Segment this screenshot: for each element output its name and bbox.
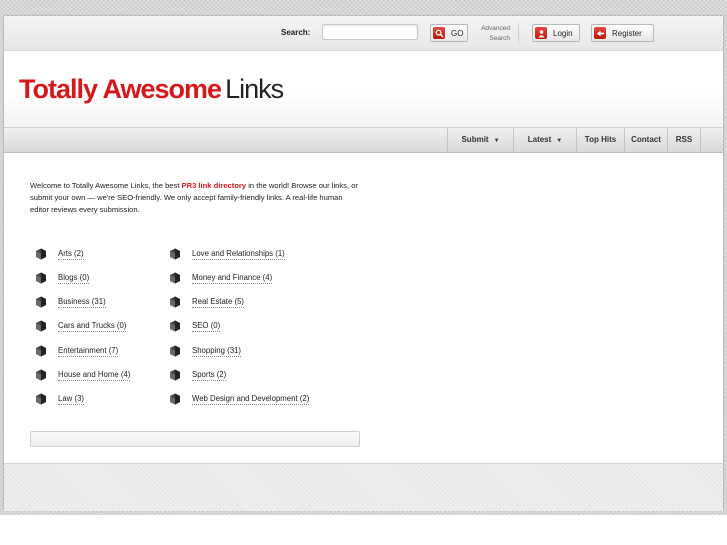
intro-before: Welcome to Totally Awesome Links, the be… <box>30 181 182 190</box>
bottom-bar <box>30 431 360 447</box>
folder-icon <box>168 247 182 261</box>
category-link[interactable]: Arts (2) <box>34 246 84 262</box>
folder-icon <box>168 392 182 406</box>
register-button[interactable]: Register <box>591 24 654 42</box>
category-label: Arts (2) <box>58 248 84 260</box>
category-link[interactable]: Cars and Trucks (0) <box>34 318 127 334</box>
page-background: Search: GO Advanced Search Login Registe… <box>0 0 727 515</box>
folder-icon <box>34 392 48 406</box>
folder-icon <box>168 368 182 382</box>
nav-submit[interactable]: Submit ▼ <box>447 128 513 152</box>
folder-icon <box>34 319 48 333</box>
go-label: GO <box>451 28 464 38</box>
folder-icon <box>34 344 48 358</box>
category-link[interactable]: Money and Finance (4) <box>168 270 273 286</box>
advanced-search-line1: Advanced <box>481 25 510 32</box>
category-label: Blogs (0) <box>58 272 90 284</box>
category-label: Money and Finance (4) <box>192 272 273 284</box>
folder-icon <box>34 368 48 382</box>
logo-text-primary: Totally Awesome <box>19 74 222 104</box>
category-link[interactable]: Love and Relationships (1) <box>168 246 285 262</box>
login-button[interactable]: Login <box>532 24 580 42</box>
category-link[interactable]: Blogs (0) <box>34 270 90 286</box>
category-link[interactable]: Sports (2) <box>168 367 227 383</box>
nav-rss[interactable]: RSS <box>667 128 700 152</box>
register-label: Register <box>612 28 642 38</box>
category-label: SEO (0) <box>192 320 221 332</box>
nav-contact-label: Contact <box>631 135 661 144</box>
go-button[interactable]: GO <box>430 24 468 42</box>
site-footer <box>4 463 723 511</box>
category-link[interactable]: SEO (0) <box>168 318 221 334</box>
category-label: Entertainment (7) <box>58 345 119 357</box>
nav-rss-label: RSS <box>675 135 693 144</box>
intro-text: Welcome to Totally Awesome Links, the be… <box>30 180 360 216</box>
category-link[interactable]: House and Home (4) <box>34 367 131 383</box>
category-label: Business (31) <box>58 296 106 308</box>
nav-top-hits[interactable]: Top Hits <box>576 128 624 152</box>
chevron-down-icon: ▼ <box>556 138 563 144</box>
folder-icon <box>168 271 182 285</box>
advanced-search-link[interactable]: Advanced Search <box>469 24 510 44</box>
category-link[interactable]: Shopping (31) <box>168 343 241 359</box>
logo-text-secondary: Links <box>225 74 284 104</box>
site-logo[interactable]: Totally Awesome Links <box>19 73 284 105</box>
category-link[interactable]: Entertainment (7) <box>34 343 119 359</box>
category-label: Love and Relationships (1) <box>192 248 285 260</box>
search-label: Search: <box>281 28 311 37</box>
category-label: Real Estate (5) <box>192 296 245 308</box>
folder-icon <box>34 295 48 309</box>
category-label: Web Design and Development (2) <box>192 393 310 405</box>
folder-icon <box>34 271 48 285</box>
folder-icon <box>168 344 182 358</box>
category-link[interactable]: Real Estate (5) <box>168 294 245 310</box>
pr3-link[interactable]: PR3 link directory <box>182 181 247 190</box>
nav-top-hits-label: Top Hits <box>584 135 617 144</box>
category-label: Sports (2) <box>192 369 227 381</box>
advanced-search-line2: Search <box>489 35 510 42</box>
folder-icon <box>168 295 182 309</box>
category-link[interactable]: Law (3) <box>34 391 84 407</box>
category-link[interactable]: Web Design and Development (2) <box>168 391 310 407</box>
top-bar: Search: GO Advanced Search Login Registe… <box>4 16 723 51</box>
divider <box>518 23 519 43</box>
category-link[interactable]: Business (31) <box>34 294 106 310</box>
category-label: Shopping (31) <box>192 345 241 357</box>
category-label: House and Home (4) <box>58 369 131 381</box>
nav-latest-label: Latest <box>527 135 552 144</box>
chevron-down-icon: ▼ <box>493 138 500 144</box>
register-icon <box>594 27 606 39</box>
category-label: Cars and Trucks (0) <box>58 320 127 332</box>
folder-icon <box>34 247 48 261</box>
site-frame: Search: GO Advanced Search Login Registe… <box>4 16 723 511</box>
user-icon <box>535 27 547 39</box>
nav-contact[interactable]: Contact <box>624 128 667 152</box>
magnifier-icon <box>433 27 445 39</box>
category-label: Law (3) <box>58 393 84 405</box>
nav-submit-label: Submit <box>461 135 489 144</box>
nav-divider <box>700 128 701 152</box>
folder-icon <box>168 319 182 333</box>
site-header: Totally Awesome Links <box>4 51 723 127</box>
login-label: Login <box>553 28 573 38</box>
nav-latest[interactable]: Latest ▼ <box>513 128 576 152</box>
search-input[interactable] <box>322 24 418 40</box>
main-nav: Submit ▼ Latest ▼ Top Hits Contact RSS <box>4 127 723 153</box>
